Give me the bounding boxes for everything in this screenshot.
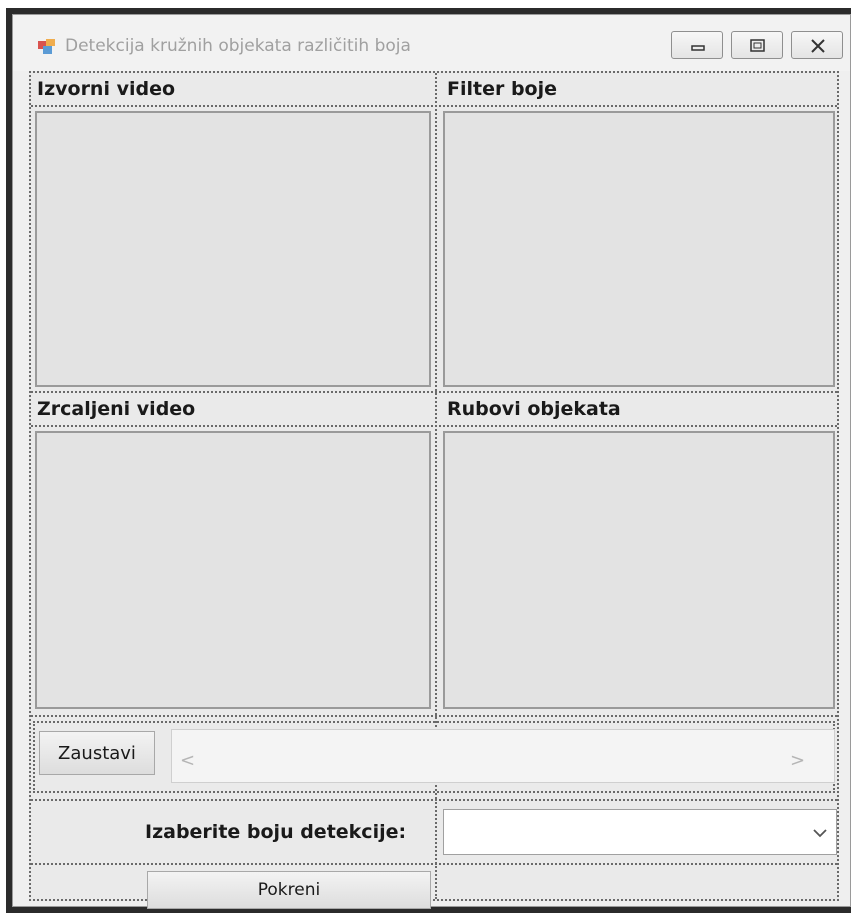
source-video-picture <box>35 111 431 387</box>
app-window: Detekcija kružnih objekata različitih bo… <box>6 8 851 913</box>
color-filter-picture <box>443 111 835 387</box>
grid-divider-vertical <box>435 73 437 799</box>
grid-divider-vertical-lower <box>435 799 437 899</box>
maximize-button[interactable] <box>731 31 783 59</box>
title-bar[interactable]: Detekcija kružnih objekata različitih bo… <box>13 15 850 71</box>
color-select-label: Izaberite boju detekcije: <box>145 821 407 843</box>
window-title: Detekcija kružnih objekata različitih bo… <box>65 36 411 56</box>
mirrored-video-picture <box>35 431 431 709</box>
grid-divider-row3 <box>31 715 837 717</box>
scroll-right-arrow[interactable]: > <box>790 750 805 771</box>
grid-divider-row2 <box>31 391 837 393</box>
color-filter-label: Filter boje <box>447 78 558 100</box>
mirrored-video-label: Zrcaljeni video <box>37 398 196 420</box>
object-edges-label: Rubovi objekata <box>447 398 621 420</box>
window-client: Detekcija kružnih objekata različitih bo… <box>12 14 851 909</box>
object-edges-picture <box>443 431 835 709</box>
source-video-label: Izvorni video <box>37 78 176 100</box>
start-button[interactable]: Pokreni <box>147 871 431 909</box>
screen: Detekcija kružnih objekata različitih bo… <box>0 0 857 919</box>
grid-divider-row1-label <box>31 105 837 107</box>
chevron-down-icon[interactable] <box>810 820 830 844</box>
close-button[interactable] <box>791 31 843 59</box>
grid-divider-row2-label <box>31 425 837 427</box>
horizontal-scrollbar[interactable]: < > <box>171 729 835 783</box>
color-select-dropdown[interactable] <box>443 809 837 855</box>
app-icon <box>38 39 55 54</box>
scroll-left-arrow[interactable]: < <box>180 750 195 771</box>
close-icon <box>811 39 825 53</box>
maximize-icon <box>750 39 765 52</box>
minimize-button[interactable] <box>671 31 723 59</box>
minimize-icon <box>691 45 705 51</box>
grid-divider-row4 <box>31 799 837 801</box>
grid-divider-row5 <box>31 863 837 865</box>
table-layout-panel: Izvorni video Filter boje Zrcaljeni vide… <box>29 71 839 909</box>
stop-button[interactable]: Zaustavi <box>39 731 155 775</box>
